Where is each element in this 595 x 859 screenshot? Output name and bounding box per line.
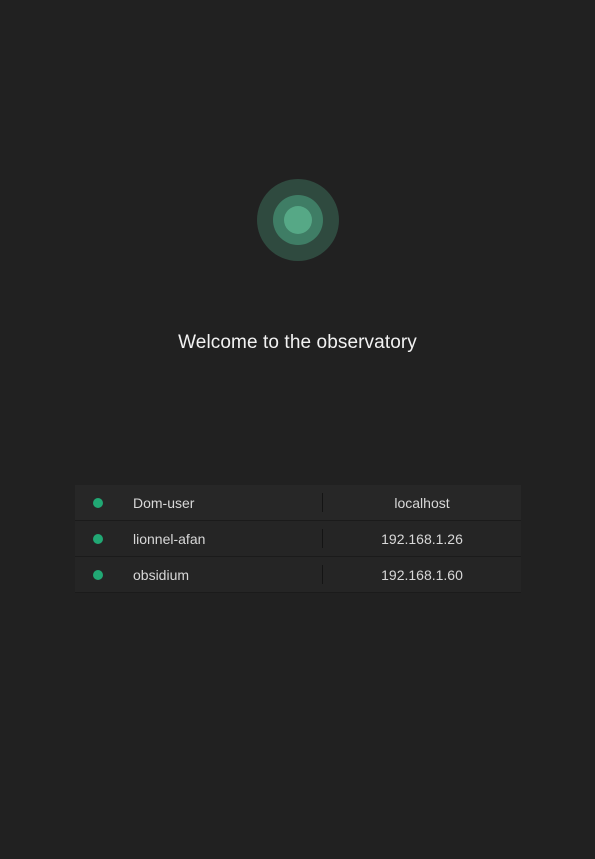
host-row[interactable]: Dom-user localhost: [75, 485, 521, 521]
host-name: obsidium: [133, 566, 190, 583]
host-list: Dom-user localhost lionnel-afan 192.168.…: [75, 485, 521, 593]
host-address: localhost: [394, 494, 450, 511]
logo-middle-ring: [273, 195, 323, 245]
welcome-title: Welcome to the observatory: [178, 332, 417, 353]
host-name: Dom-user: [133, 494, 195, 511]
status-online-icon: [93, 533, 103, 544]
host-address: 192.168.1.26: [381, 530, 463, 547]
status-online-icon: [93, 497, 103, 508]
host-address: 192.168.1.60: [381, 566, 463, 583]
status-online-icon: [93, 569, 103, 580]
host-row[interactable]: obsidium 192.168.1.60: [75, 557, 521, 593]
logo-core: [284, 206, 312, 234]
host-row[interactable]: lionnel-afan 192.168.1.26: [75, 521, 521, 557]
observatory-logo-icon: [257, 179, 339, 261]
host-name: lionnel-afan: [133, 530, 206, 547]
